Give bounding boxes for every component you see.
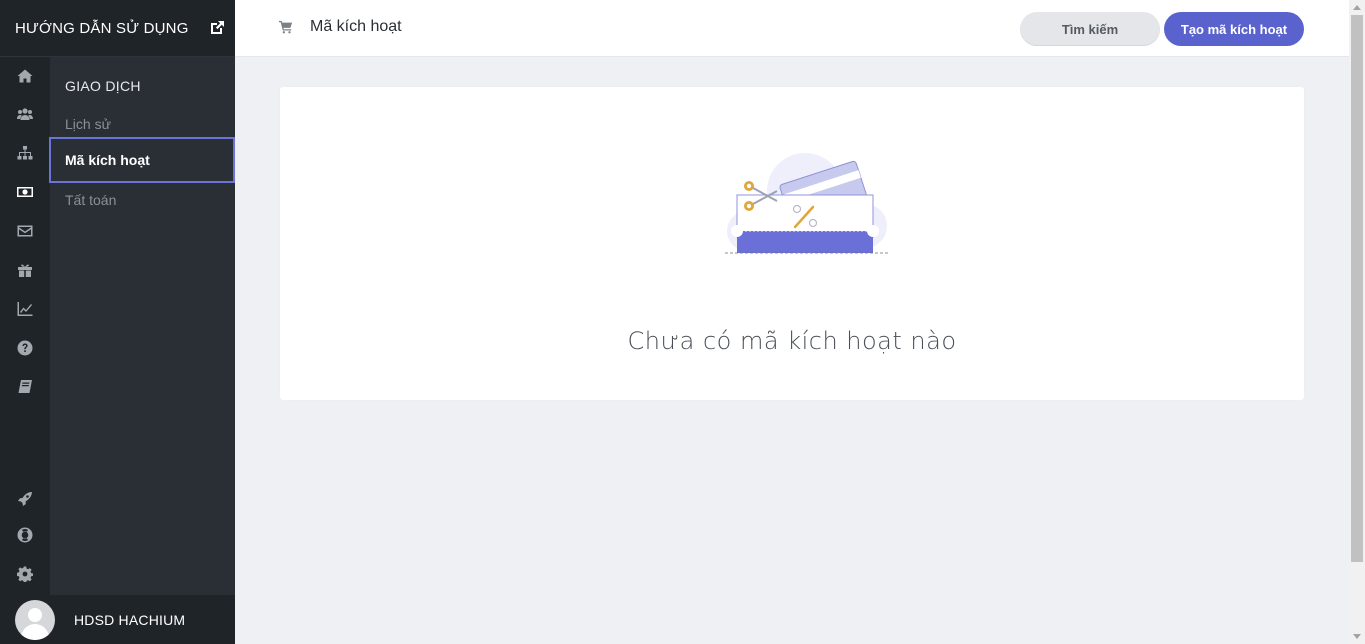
envelope-icon[interactable] bbox=[15, 221, 35, 241]
money-icon[interactable] bbox=[15, 182, 35, 202]
top-bar: Mã kích hoạt Tìm kiếm Tạo mã kích hoạt bbox=[235, 0, 1349, 57]
sitemap-icon[interactable] bbox=[15, 143, 35, 163]
external-link-icon[interactable] bbox=[209, 20, 225, 36]
gear-icon[interactable] bbox=[15, 564, 35, 584]
submenu-item-label: Mã kích hoạt bbox=[65, 152, 150, 168]
submenu-item-settlement[interactable]: Tất toán bbox=[50, 177, 235, 223]
user-name[interactable]: HDSD HACHIUM bbox=[74, 612, 185, 628]
scroll-thumb[interactable] bbox=[1351, 15, 1363, 562]
empty-state-message: Chưa có mã kích hoạt nào bbox=[627, 327, 957, 355]
avatar-head bbox=[28, 607, 42, 622]
scrollbar[interactable] bbox=[1349, 0, 1365, 644]
avatar-body bbox=[21, 623, 49, 640]
search-button[interactable]: Tìm kiếm bbox=[1020, 12, 1160, 46]
submenu-panel: GIAO DỊCH Lịch sử Mã kích hoạt Tất toán bbox=[49, 57, 235, 595]
brand-title: HƯỚNG DẪN SỬ DỤNG bbox=[15, 19, 189, 37]
home-icon[interactable] bbox=[15, 66, 35, 86]
sidebar-brand: HƯỚNG DẪN SỬ DỤNG bbox=[0, 0, 235, 57]
book-icon[interactable] bbox=[15, 377, 35, 397]
users-icon[interactable] bbox=[15, 104, 35, 124]
lifebuoy-icon[interactable] bbox=[15, 525, 35, 545]
avatar[interactable] bbox=[15, 599, 55, 640]
icon-rail bbox=[0, 57, 50, 595]
submenu-heading: GIAO DỊCH bbox=[65, 78, 141, 94]
line-chart-icon[interactable] bbox=[15, 299, 35, 319]
user-bar: HDSD HACHIUM bbox=[0, 595, 235, 644]
submenu-item-label: Lịch sử bbox=[65, 116, 111, 132]
coupon-illustration-icon bbox=[725, 153, 890, 254]
submenu-item-label: Tất toán bbox=[65, 192, 117, 208]
scroll-up-arrow-icon[interactable] bbox=[1353, 5, 1361, 10]
help-icon[interactable] bbox=[15, 338, 35, 358]
rocket-icon[interactable] bbox=[15, 489, 35, 509]
empty-state-card: Chưa có mã kích hoạt nào bbox=[280, 87, 1304, 400]
gift-icon[interactable] bbox=[15, 260, 35, 280]
cart-icon bbox=[279, 20, 295, 36]
scroll-down-arrow-icon[interactable] bbox=[1353, 634, 1361, 639]
page-title: Mã kích hoạt bbox=[310, 18, 402, 35]
create-activation-code-button[interactable]: Tạo mã kích hoạt bbox=[1164, 12, 1304, 46]
